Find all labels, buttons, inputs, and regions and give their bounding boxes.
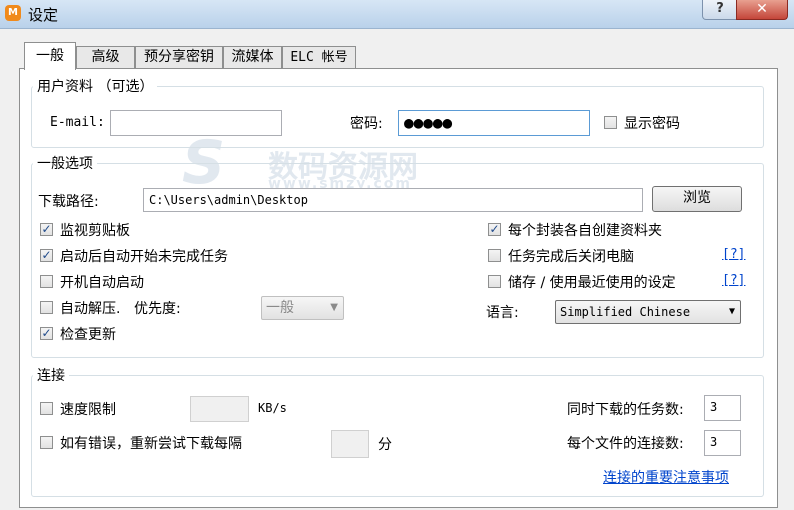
general-options-legend: 一般选项	[33, 153, 97, 173]
run-at-boot-label: 开机自动启动	[60, 275, 144, 291]
auto-extract-checkbox[interactable]	[40, 301, 53, 314]
window-title: 设定	[28, 6, 59, 24]
show-password-label: 显示密码	[624, 116, 680, 132]
retry-label: 如有错误，重新尝试下载每隔	[60, 436, 242, 452]
chevron-down-icon: ▼	[330, 302, 338, 313]
speed-limit-input[interactable]	[190, 396, 249, 422]
email-input[interactable]	[110, 110, 282, 136]
speed-limit-label: 速度限制	[60, 402, 116, 418]
folder-per-pack-checkbox[interactable]: ✓	[488, 223, 501, 236]
password-input[interactable]: ●●●●●	[398, 110, 590, 136]
check-updates-label: 检查更新	[60, 327, 116, 343]
shutdown-after-label: 任务完成后关闭电脑	[508, 249, 634, 265]
monitor-clipboard-checkbox[interactable]: ✓	[40, 223, 53, 236]
language-value: Simplified Chinese	[560, 305, 691, 319]
save-settings-label: 储存 / 使用最近使用的设定	[508, 275, 676, 291]
check-updates-checkbox[interactable]: ✓	[40, 327, 53, 340]
auto-start-label: 启动后自动开始未完成任务	[60, 249, 228, 265]
save-settings-help-link[interactable]: [?]	[722, 273, 745, 288]
run-at-boot-checkbox[interactable]	[40, 275, 53, 288]
priority-value: 一般	[266, 300, 294, 316]
monitor-clipboard-label: 监视剪贴板	[60, 223, 130, 239]
tab-streaming[interactable]: 流媒体	[223, 46, 282, 69]
tab-general[interactable]: 一般	[24, 42, 76, 70]
help-button[interactable]: ?	[702, 0, 738, 20]
save-settings-checkbox[interactable]	[488, 275, 501, 288]
close-button[interactable]: ✕	[736, 0, 788, 20]
shutdown-help-link[interactable]: [?]	[722, 247, 745, 262]
password-label: 密码:	[350, 116, 383, 132]
title-bar: M 设定 ? ✕	[0, 0, 794, 29]
connection-legend: 连接	[33, 365, 69, 385]
app-icon: M	[5, 5, 21, 21]
language-label: 语言:	[486, 305, 519, 321]
auto-start-checkbox[interactable]: ✓	[40, 249, 53, 262]
browse-button[interactable]: 浏览	[652, 186, 742, 212]
retry-unit: 分	[378, 437, 392, 453]
connection-notes-link[interactable]: 连接的重要注意事项	[603, 467, 729, 487]
speed-limit-checkbox[interactable]	[40, 402, 53, 415]
download-path-label: 下载路径:	[38, 194, 99, 210]
shutdown-after-checkbox[interactable]	[488, 249, 501, 262]
tab-preshared-keys[interactable]: 预分享密钥	[135, 46, 223, 69]
connections-per-file-label: 每个文件的连接数:	[567, 436, 684, 452]
auto-extract-label: 自动解压.	[60, 301, 121, 317]
download-path-input[interactable]: C:\Users\admin\Desktop	[143, 188, 643, 212]
simultaneous-tasks-label: 同时下载的任务数:	[567, 402, 684, 418]
retry-interval-input[interactable]	[331, 430, 369, 458]
tab-elc-account[interactable]: ELC 帐号	[282, 46, 356, 69]
priority-label: 优先度:	[134, 301, 181, 317]
language-select[interactable]: Simplified Chinese ▼	[555, 300, 741, 324]
chevron-down-icon: ▼	[728, 306, 735, 317]
show-password-checkbox[interactable]	[604, 116, 617, 129]
folder-per-pack-label: 每个封装各自创建资料夹	[508, 223, 662, 239]
user-info-legend: 用户资料 （可选）	[33, 76, 158, 96]
retry-checkbox[interactable]	[40, 436, 53, 449]
connections-per-file-input[interactable]: 3	[704, 430, 741, 456]
tab-advanced[interactable]: 高级	[76, 46, 135, 69]
speed-limit-unit: KB/s	[258, 401, 287, 415]
priority-select[interactable]: 一般 ▼	[261, 296, 344, 320]
simultaneous-tasks-input[interactable]: 3	[704, 395, 741, 421]
email-label: E-mail:	[50, 115, 105, 130]
